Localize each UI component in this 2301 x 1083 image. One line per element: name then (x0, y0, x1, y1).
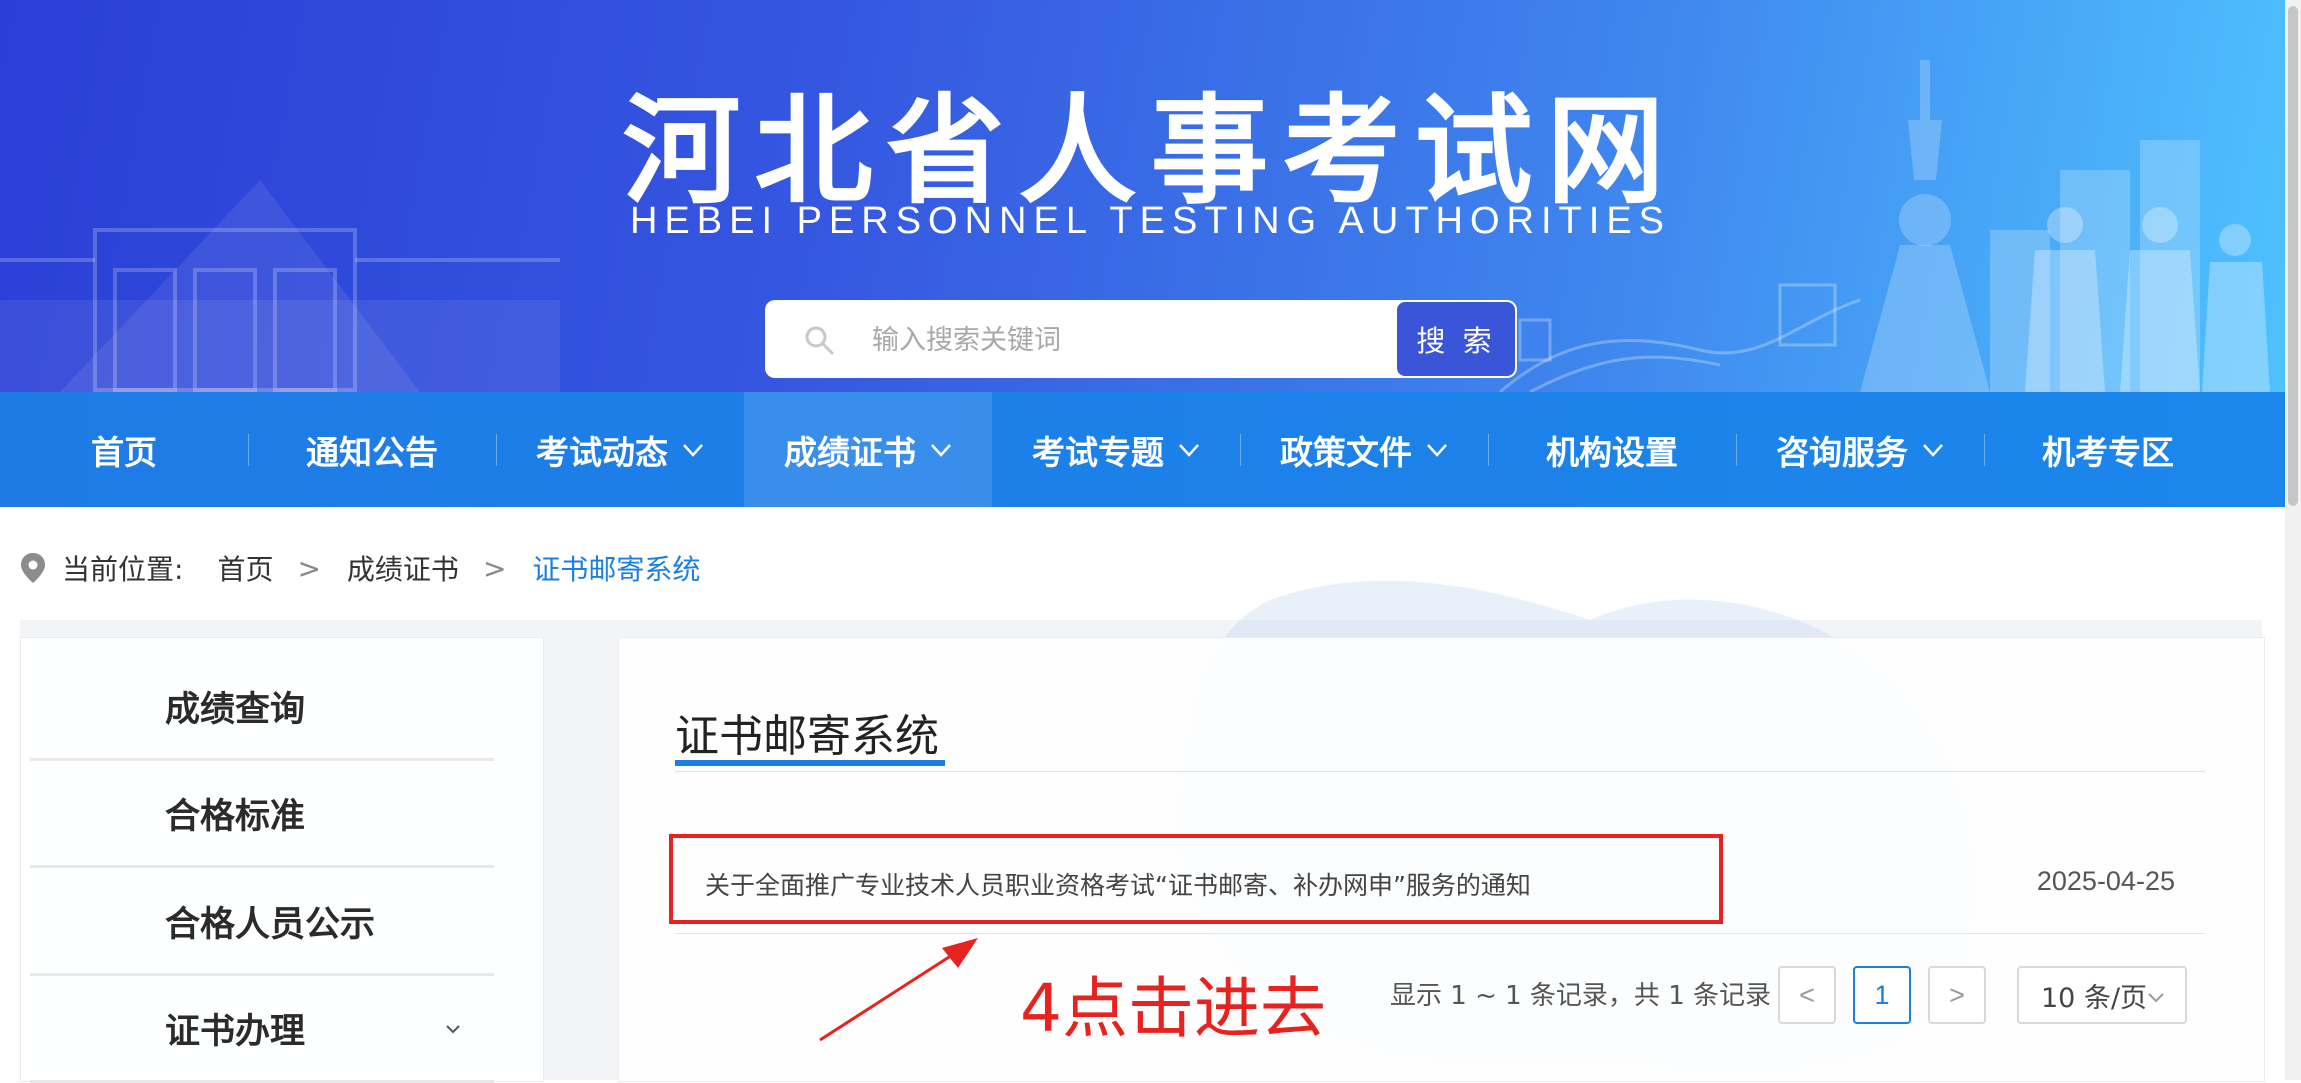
breadcrumb-separator: > (297, 551, 321, 585)
nav-item-exam-news[interactable]: 考试动态 (496, 392, 744, 507)
page-size-value: 10 条/页 (2041, 982, 2148, 1014)
breadcrumb-label: 当前位置: (62, 553, 184, 586)
scrollbar-thumb[interactable] (2288, 6, 2298, 506)
nav-item-consulting[interactable]: 咨询服务 (1736, 392, 1984, 507)
search-bar: 搜 索 (765, 300, 1517, 378)
search-button[interactable]: 搜 索 (1397, 302, 1515, 376)
nav-item-scores-certificates[interactable]: 成绩证书 (744, 392, 992, 507)
nav-item-label: 首页 (91, 432, 157, 472)
location-pin-icon (21, 553, 45, 583)
sidebar-item-pass-standard[interactable]: 合格标准 (30, 762, 494, 868)
breadcrumb-separator: > (482, 551, 507, 585)
nav-item-organization[interactable]: 机构设置 (1488, 392, 1736, 507)
header-banner: 河北省人事考试网 HEBEI PERSONNEL TESTING AUTHORI… (0, 0, 2301, 392)
sidebar-item-certificate-processing[interactable]: 证书办理 (30, 977, 494, 1083)
divider (675, 771, 2205, 772)
breadcrumb-scores-link[interactable]: 成绩证书 (347, 548, 459, 588)
sidebar-item-passed-list[interactable]: 合格人员公示 (30, 870, 494, 976)
notice-date: 2025-04-25 (2036, 866, 2175, 896)
sidebar-item-label: 成绩查询 (165, 690, 306, 730)
main-nav: 首页 通知公告 考试动态 成绩证书 考试专题 政策文件 机构设置 咨询服务 机考… (0, 392, 2285, 507)
search-icon (805, 326, 834, 355)
nav-item-label: 政策文件 (1280, 432, 1412, 472)
page-number-button[interactable]: 1 (1853, 966, 1911, 1024)
next-page-button[interactable]: > (1928, 966, 1986, 1024)
nav-item-label: 机构设置 (1546, 432, 1678, 472)
site-subtitle: HEBEI PERSONNEL TESTING AUTHORITIES (629, 200, 1672, 242)
chevron-down-icon (1427, 443, 1447, 457)
chevron-down-icon (683, 443, 703, 457)
nav-item-label: 机考专区 (2042, 432, 2174, 472)
search-input[interactable] (870, 300, 1394, 378)
chevron-down-icon (1923, 443, 1943, 457)
sidebar-item-label: 证书办理 (165, 1012, 306, 1052)
nav-item-home[interactable]: 首页 (0, 392, 248, 507)
breadcrumb: 当前位置: 首页 > 成绩证书 > 证书邮寄系统 (20, 545, 700, 591)
chevron-down-icon (931, 443, 951, 457)
annotation-highlight-box (669, 834, 1723, 924)
chevron-down-icon (2148, 993, 2164, 1003)
page-size-select[interactable]: 10 条/页 (2017, 966, 2187, 1024)
nav-item-notices[interactable]: 通知公告 (248, 392, 496, 507)
nav-item-policies[interactable]: 政策文件 (1240, 392, 1488, 507)
nav-item-label: 考试专题 (1032, 432, 1164, 472)
annotation-arrow (819, 938, 978, 1042)
page-title: 证书邮寄系统 (675, 711, 939, 762)
nav-item-label: 咨询服务 (1776, 432, 1908, 472)
annotation-text: 4点击进去 (1020, 970, 1326, 1047)
prev-page-button[interactable]: < (1778, 966, 1836, 1024)
nav-item-label: 成绩证书 (784, 432, 916, 472)
nav-item-label: 考试动态 (536, 432, 668, 472)
sidebar-item-score-query[interactable]: 成绩查询 (30, 655, 494, 761)
chevron-down-icon (1179, 443, 1199, 457)
sidebar-item-label: 合格标准 (165, 797, 306, 837)
nav-item-label: 通知公告 (306, 432, 438, 472)
breadcrumb-home-link[interactable]: 首页 (217, 548, 273, 588)
chevron-down-icon (446, 1025, 460, 1034)
pagination-info: 显示 1 ~ 1 条记录，共 1 条记录 (1390, 981, 1771, 1011)
breadcrumb-current: 证书邮寄系统 (532, 553, 701, 586)
vertical-scrollbar[interactable] (2285, 0, 2301, 1080)
nav-item-computer-exam[interactable]: 机考专区 (1984, 392, 2232, 507)
title-underline (675, 760, 945, 766)
sidebar-item-label: 合格人员公示 (165, 905, 376, 945)
nav-item-exam-topics[interactable]: 考试专题 (992, 392, 1240, 507)
